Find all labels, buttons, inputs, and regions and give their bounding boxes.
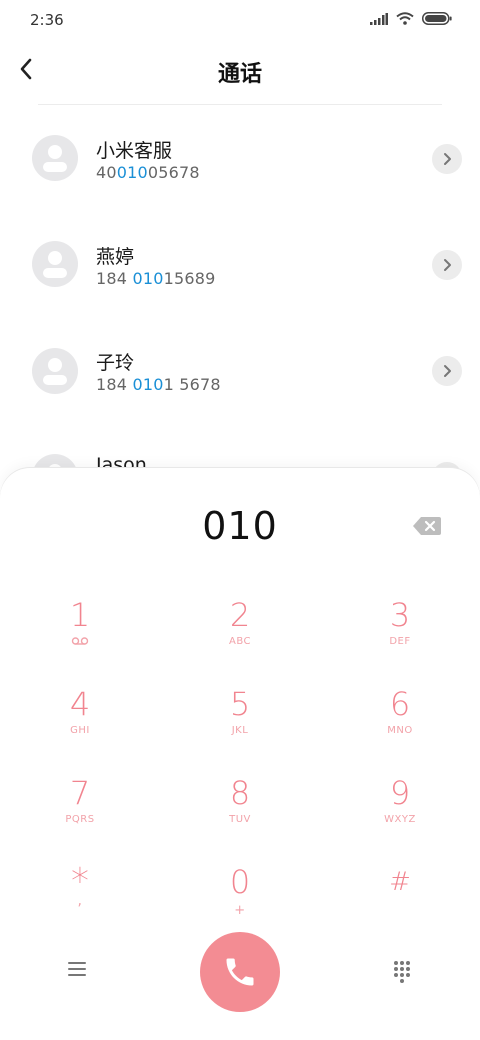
backspace-icon	[413, 517, 441, 535]
key-letters: WXYZ	[384, 814, 416, 825]
number-match: 010	[132, 375, 164, 394]
key-letters: DEF	[389, 636, 411, 647]
key-digit: 0	[229, 863, 251, 901]
key-letters: ,	[77, 893, 83, 909]
voicemail-icon	[10, 636, 150, 649]
key-digit: 4	[69, 685, 91, 723]
contact-number: 4001005678	[96, 163, 200, 182]
number-match: 010	[116, 163, 148, 182]
key-digit: 9	[389, 774, 411, 812]
call-button[interactable]	[200, 932, 280, 1012]
contact-number: 184 01015689	[96, 269, 216, 288]
avatar	[32, 241, 78, 287]
key-digit: 3	[389, 596, 411, 634]
key-letters: ABC	[228, 636, 251, 647]
key-digit: #	[389, 867, 411, 897]
contact-name: 子玲	[96, 352, 135, 374]
key-letters: MNO	[387, 725, 413, 736]
key-digit: 5	[229, 685, 251, 723]
page-title: 通话	[217, 62, 262, 87]
key-7[interactable]: 7 PQRS	[10, 774, 150, 854]
key-digit: 1	[69, 596, 91, 634]
avatar	[32, 348, 78, 394]
key-3[interactable]: 3 DEF	[330, 596, 470, 676]
key-digit: 2	[229, 596, 251, 634]
key-letters: JKL	[231, 725, 249, 736]
key-0[interactable]: 0 +	[170, 863, 310, 943]
contact-name: 燕婷	[96, 246, 135, 268]
key-8[interactable]: 8 TUV	[170, 774, 310, 854]
menu-icon	[68, 962, 86, 976]
key-letters: +	[234, 903, 246, 918]
dialer-action-bar	[0, 932, 480, 1022]
status-bar: 2:36	[0, 0, 480, 40]
key-4[interactable]: 4 GHI	[10, 685, 150, 765]
key-letters: TUV	[229, 814, 251, 825]
chevron-right-icon	[444, 365, 451, 377]
contact-number: 184 0101 5678	[96, 375, 221, 394]
dialpad-toggle-button[interactable]	[390, 959, 414, 983]
title-bar: 通话	[0, 44, 480, 100]
key-hash[interactable]: #	[330, 863, 470, 943]
contact-detail-button[interactable]	[432, 356, 462, 386]
key-1[interactable]: 1	[10, 596, 150, 676]
dialed-number: 010	[202, 504, 278, 548]
avatar	[32, 135, 78, 181]
signal-icon	[370, 12, 388, 25]
status-icons	[370, 12, 452, 25]
key-2[interactable]: 2 ABC	[170, 596, 310, 676]
key-5[interactable]: 5 JKL	[170, 685, 310, 765]
contact-detail-button[interactable]	[432, 250, 462, 280]
number-match: 010	[132, 269, 164, 288]
contact-name: 小米客服	[96, 140, 173, 162]
contact-row[interactable]: 小米客服 4001005678	[0, 105, 480, 211]
wifi-icon	[396, 12, 414, 25]
key-star[interactable]: * ,	[10, 863, 150, 943]
key-digit: 8	[229, 774, 251, 812]
phone-icon	[226, 958, 254, 986]
key-letters: GHI	[70, 725, 90, 736]
key-9[interactable]: 9 WXYZ	[330, 774, 470, 854]
battery-icon	[422, 12, 452, 25]
contact-row[interactable]: 燕婷 184 01015689	[0, 211, 480, 317]
contact-row[interactable]: 子玲 184 0101 5678	[0, 317, 480, 423]
backspace-button[interactable]	[412, 516, 442, 538]
key-digit: 7	[69, 774, 91, 812]
dialpad-icon	[394, 961, 410, 983]
menu-button[interactable]	[66, 960, 90, 982]
contact-detail-button[interactable]	[432, 144, 462, 174]
chevron-right-icon	[444, 259, 451, 271]
dialer-panel: 010 1 2 ABC 3 DEF 4 GHI 5 JKL 6 MNO 7 PQ…	[0, 468, 480, 1040]
status-time: 2:36	[30, 11, 64, 29]
contact-list: 小米客服 4001005678 燕婷 184 01015689 子玲 184 0…	[0, 105, 480, 485]
key-6[interactable]: 6 MNO	[330, 685, 470, 765]
chevron-right-icon	[444, 153, 451, 165]
key-digit: 6	[389, 685, 411, 723]
key-letters: PQRS	[65, 814, 95, 825]
